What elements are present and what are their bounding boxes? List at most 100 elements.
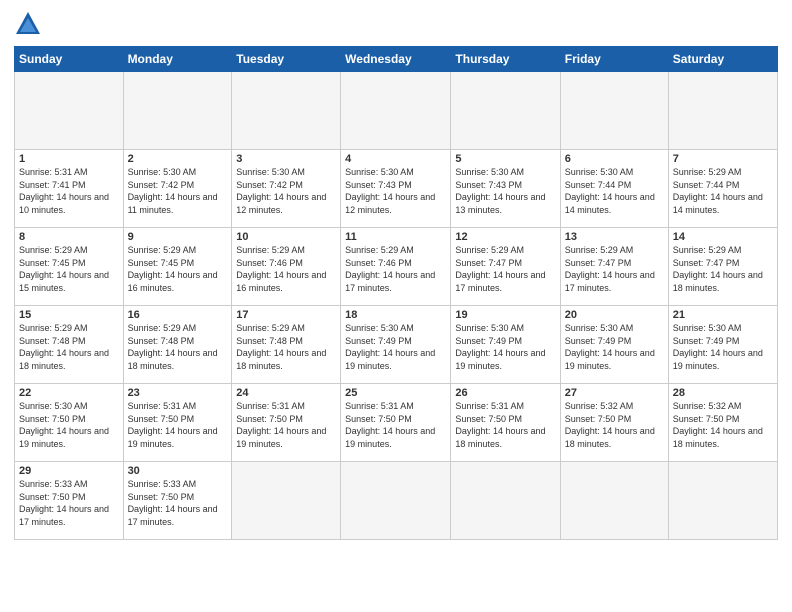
calendar-cell: 15Sunrise: 5:29 AMSunset: 7:48 PMDayligh… <box>15 306 124 384</box>
calendar-header-saturday: Saturday <box>668 47 777 72</box>
calendar-cell: 4Sunrise: 5:30 AMSunset: 7:43 PMDaylight… <box>341 150 451 228</box>
calendar-cell <box>560 72 668 150</box>
calendar-cell: 29Sunrise: 5:33 AMSunset: 7:50 PMDayligh… <box>15 462 124 540</box>
calendar: SundayMondayTuesdayWednesdayThursdayFrid… <box>14 46 778 540</box>
calendar-cell: 27Sunrise: 5:32 AMSunset: 7:50 PMDayligh… <box>560 384 668 462</box>
day-info: Sunrise: 5:29 AMSunset: 7:47 PMDaylight:… <box>673 244 773 294</box>
calendar-cell <box>232 72 341 150</box>
logo-icon <box>14 10 42 38</box>
day-info: Sunrise: 5:32 AMSunset: 7:50 PMDaylight:… <box>673 400 773 450</box>
day-info: Sunrise: 5:33 AMSunset: 7:50 PMDaylight:… <box>19 478 119 528</box>
calendar-cell: 12Sunrise: 5:29 AMSunset: 7:47 PMDayligh… <box>451 228 560 306</box>
day-number: 27 <box>565 387 664 399</box>
calendar-cell: 30Sunrise: 5:33 AMSunset: 7:50 PMDayligh… <box>123 462 232 540</box>
calendar-cell: 18Sunrise: 5:30 AMSunset: 7:49 PMDayligh… <box>341 306 451 384</box>
day-number: 26 <box>455 387 555 399</box>
day-info: Sunrise: 5:29 AMSunset: 7:45 PMDaylight:… <box>19 244 119 294</box>
day-number: 21 <box>673 309 773 321</box>
calendar-cell: 7Sunrise: 5:29 AMSunset: 7:44 PMDaylight… <box>668 150 777 228</box>
day-info: Sunrise: 5:29 AMSunset: 7:47 PMDaylight:… <box>455 244 555 294</box>
day-number: 8 <box>19 231 119 243</box>
week-row-5: 29Sunrise: 5:33 AMSunset: 7:50 PMDayligh… <box>15 462 778 540</box>
day-info: Sunrise: 5:30 AMSunset: 7:49 PMDaylight:… <box>455 322 555 372</box>
calendar-header-tuesday: Tuesday <box>232 47 341 72</box>
day-info: Sunrise: 5:31 AMSunset: 7:50 PMDaylight:… <box>345 400 446 450</box>
logo <box>14 10 46 38</box>
day-info: Sunrise: 5:31 AMSunset: 7:50 PMDaylight:… <box>455 400 555 450</box>
day-info: Sunrise: 5:31 AMSunset: 7:50 PMDaylight:… <box>236 400 336 450</box>
calendar-cell <box>668 462 777 540</box>
day-info: Sunrise: 5:29 AMSunset: 7:45 PMDaylight:… <box>128 244 228 294</box>
calendar-cell: 2Sunrise: 5:30 AMSunset: 7:42 PMDaylight… <box>123 150 232 228</box>
calendar-cell <box>15 72 124 150</box>
day-number: 10 <box>236 231 336 243</box>
day-info: Sunrise: 5:29 AMSunset: 7:46 PMDaylight:… <box>345 244 446 294</box>
day-number: 28 <box>673 387 773 399</box>
day-number: 7 <box>673 153 773 165</box>
calendar-cell: 22Sunrise: 5:30 AMSunset: 7:50 PMDayligh… <box>15 384 124 462</box>
calendar-header-friday: Friday <box>560 47 668 72</box>
day-info: Sunrise: 5:29 AMSunset: 7:48 PMDaylight:… <box>19 322 119 372</box>
day-number: 16 <box>128 309 228 321</box>
calendar-cell <box>451 462 560 540</box>
day-info: Sunrise: 5:29 AMSunset: 7:48 PMDaylight:… <box>128 322 228 372</box>
day-info: Sunrise: 5:32 AMSunset: 7:50 PMDaylight:… <box>565 400 664 450</box>
day-number: 6 <box>565 153 664 165</box>
week-row-0 <box>15 72 778 150</box>
day-number: 1 <box>19 153 119 165</box>
calendar-cell: 26Sunrise: 5:31 AMSunset: 7:50 PMDayligh… <box>451 384 560 462</box>
calendar-cell: 9Sunrise: 5:29 AMSunset: 7:45 PMDaylight… <box>123 228 232 306</box>
calendar-cell: 17Sunrise: 5:29 AMSunset: 7:48 PMDayligh… <box>232 306 341 384</box>
day-info: Sunrise: 5:31 AMSunset: 7:41 PMDaylight:… <box>19 166 119 216</box>
calendar-header-wednesday: Wednesday <box>341 47 451 72</box>
day-number: 19 <box>455 309 555 321</box>
day-info: Sunrise: 5:30 AMSunset: 7:49 PMDaylight:… <box>565 322 664 372</box>
day-info: Sunrise: 5:30 AMSunset: 7:50 PMDaylight:… <box>19 400 119 450</box>
day-info: Sunrise: 5:29 AMSunset: 7:47 PMDaylight:… <box>565 244 664 294</box>
calendar-cell: 24Sunrise: 5:31 AMSunset: 7:50 PMDayligh… <box>232 384 341 462</box>
calendar-cell <box>668 72 777 150</box>
day-number: 29 <box>19 465 119 477</box>
day-info: Sunrise: 5:30 AMSunset: 7:43 PMDaylight:… <box>345 166 446 216</box>
calendar-cell: 21Sunrise: 5:30 AMSunset: 7:49 PMDayligh… <box>668 306 777 384</box>
day-number: 3 <box>236 153 336 165</box>
calendar-header-thursday: Thursday <box>451 47 560 72</box>
calendar-cell: 28Sunrise: 5:32 AMSunset: 7:50 PMDayligh… <box>668 384 777 462</box>
page: SundayMondayTuesdayWednesdayThursdayFrid… <box>0 0 792 612</box>
day-info: Sunrise: 5:29 AMSunset: 7:46 PMDaylight:… <box>236 244 336 294</box>
day-number: 5 <box>455 153 555 165</box>
calendar-cell: 6Sunrise: 5:30 AMSunset: 7:44 PMDaylight… <box>560 150 668 228</box>
calendar-cell <box>341 462 451 540</box>
day-number: 4 <box>345 153 446 165</box>
day-info: Sunrise: 5:29 AMSunset: 7:44 PMDaylight:… <box>673 166 773 216</box>
day-info: Sunrise: 5:31 AMSunset: 7:50 PMDaylight:… <box>128 400 228 450</box>
calendar-cell <box>560 462 668 540</box>
day-number: 13 <box>565 231 664 243</box>
day-number: 22 <box>19 387 119 399</box>
header <box>14 10 778 38</box>
day-number: 18 <box>345 309 446 321</box>
week-row-1: 1Sunrise: 5:31 AMSunset: 7:41 PMDaylight… <box>15 150 778 228</box>
day-number: 12 <box>455 231 555 243</box>
day-number: 9 <box>128 231 228 243</box>
calendar-cell: 11Sunrise: 5:29 AMSunset: 7:46 PMDayligh… <box>341 228 451 306</box>
day-number: 17 <box>236 309 336 321</box>
calendar-header-monday: Monday <box>123 47 232 72</box>
day-number: 14 <box>673 231 773 243</box>
day-number: 15 <box>19 309 119 321</box>
day-info: Sunrise: 5:30 AMSunset: 7:44 PMDaylight:… <box>565 166 664 216</box>
calendar-cell: 14Sunrise: 5:29 AMSunset: 7:47 PMDayligh… <box>668 228 777 306</box>
calendar-header-sunday: Sunday <box>15 47 124 72</box>
calendar-cell: 16Sunrise: 5:29 AMSunset: 7:48 PMDayligh… <box>123 306 232 384</box>
calendar-cell <box>232 462 341 540</box>
week-row-2: 8Sunrise: 5:29 AMSunset: 7:45 PMDaylight… <box>15 228 778 306</box>
calendar-cell: 10Sunrise: 5:29 AMSunset: 7:46 PMDayligh… <box>232 228 341 306</box>
calendar-cell: 8Sunrise: 5:29 AMSunset: 7:45 PMDaylight… <box>15 228 124 306</box>
day-number: 30 <box>128 465 228 477</box>
calendar-cell: 1Sunrise: 5:31 AMSunset: 7:41 PMDaylight… <box>15 150 124 228</box>
day-number: 23 <box>128 387 228 399</box>
day-info: Sunrise: 5:30 AMSunset: 7:49 PMDaylight:… <box>345 322 446 372</box>
day-number: 2 <box>128 153 228 165</box>
calendar-cell: 5Sunrise: 5:30 AMSunset: 7:43 PMDaylight… <box>451 150 560 228</box>
calendar-cell: 23Sunrise: 5:31 AMSunset: 7:50 PMDayligh… <box>123 384 232 462</box>
